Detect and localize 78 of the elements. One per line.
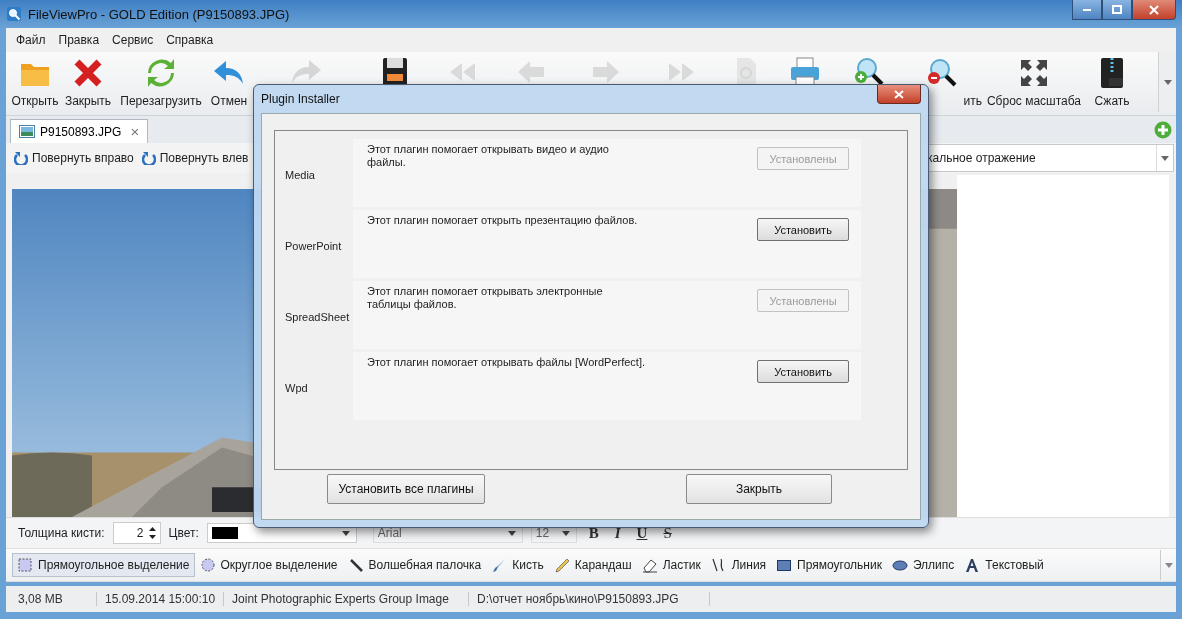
plugin-name: PowerPoint [285,239,343,252]
rotate-icon [14,151,28,165]
close-dialog-button[interactable]: Закрыть [686,474,832,504]
caret-icon [1163,79,1172,85]
menu-item[interactable]: Сервис [108,33,163,47]
close-button[interactable] [1132,0,1176,20]
image-file-icon [19,125,35,138]
tool-button[interactable]: Карандаш [548,553,637,577]
caret-icon [507,530,516,536]
toolbar-button[interactable]: Сжать [1086,52,1138,112]
dialog-title: Plugin Installer [261,92,340,106]
magnifier-icon [6,6,22,22]
minimize-button[interactable] [1072,0,1102,20]
circle-selection-icon [199,557,216,573]
tool-button[interactable]: Прямоугольное выделение [12,553,195,577]
caret-icon [1161,155,1169,161]
status-text: Joint Photographic Experts Group Image [224,592,470,606]
text-style-button[interactable]: I [610,524,625,542]
close-icon [1149,4,1159,15]
tool-button[interactable]: Ластик [636,553,706,577]
caret-icon [341,530,350,536]
status-text: D:\отчет ноябрь\кино\P9150893.JPG [469,592,711,606]
text-style-button[interactable]: B [584,524,603,542]
install-all-button[interactable]: Установить все плагины [327,474,485,504]
add-icon[interactable] [1154,120,1172,139]
rotate-icon [141,151,156,165]
plugin-description: Этот плагин помогает открывать электронные таблицы файлов. [367,285,604,311]
text-style-button[interactable]: U [632,524,652,542]
tools-overflow-button[interactable] [1160,550,1176,580]
rotate-button[interactable]: Повернуть влев [139,151,251,165]
plugin-name: SpreadSheet [285,310,351,323]
tool-button[interactable]: Линия [705,553,772,577]
caret-icon [1164,562,1173,568]
caret-icon [561,530,570,536]
minimize-icon [1083,8,1091,11]
text-icon [964,557,981,573]
toolbar-button[interactable]: Отмен [208,52,250,112]
toolbar-button[interactable]: Перезагрузить [114,52,208,112]
tool-button[interactable]: Эллипс [886,553,960,577]
status-text: 3,08 MB [10,592,97,606]
close-icon [894,89,904,99]
thickness-spinner[interactable]: 2 [112,522,161,544]
wand-icon [347,557,364,573]
spin-arrows-icon [147,525,157,541]
install-button[interactable]: Установить [757,218,849,241]
text-style-button[interactable]: S [659,524,676,542]
status-text: 15.09.2014 15:00:10 [97,592,225,606]
tool-button[interactable]: Прямоугольник [771,553,887,577]
toolbar-button[interactable]: Закрыть [62,52,114,112]
ellipse-icon [891,557,908,573]
plugin-description: Этот плагин помогает открыть презентацию файлов. [367,214,639,227]
toolbar-button[interactable]: Сброс масштаба [982,52,1086,112]
plugin-name: Media [285,168,316,181]
maximize-button[interactable] [1102,0,1132,20]
plugin-description: Этот плагин помогает открывать видео и аудио файлы. [367,143,610,169]
tool-button[interactable]: Текстовый [959,553,1049,577]
file-tab[interactable]: P9150893.JPG × [10,119,149,143]
toolbar-button[interactable]: Открыть [8,52,62,112]
tool-button[interactable]: Волшебная палочка [342,553,487,577]
rectangle-selection-icon [17,557,33,573]
menu-item[interactable]: Файл [12,33,55,47]
install-button[interactable]: Установить [757,360,849,383]
eraser-icon [641,557,658,573]
color-label: Цвет: [168,526,199,540]
tool-button[interactable]: Кисть [486,553,549,577]
maximize-icon [1112,4,1122,15]
close-button[interactable] [877,85,921,104]
pencil-icon [553,557,570,573]
window-title: FileViewPro - GOLD Edition (P9150893.JPG) [28,6,290,22]
tab-close-button[interactable]: × [130,123,140,140]
menu-item[interactable]: Справка [162,33,223,47]
brush-thickness-label: Толщина кисти: [18,526,105,540]
rectangle-icon [776,557,793,573]
plugin-description: Этот плагин помогает открывать файлы [WordPerfect]. [367,356,647,369]
tool-button[interactable]: Округлое выделение [194,553,343,577]
rotate-button[interactable]: Повернуть вправо [12,151,136,165]
menu-item[interactable]: Правка [54,33,109,47]
plugin-name: Wpd [285,381,309,394]
